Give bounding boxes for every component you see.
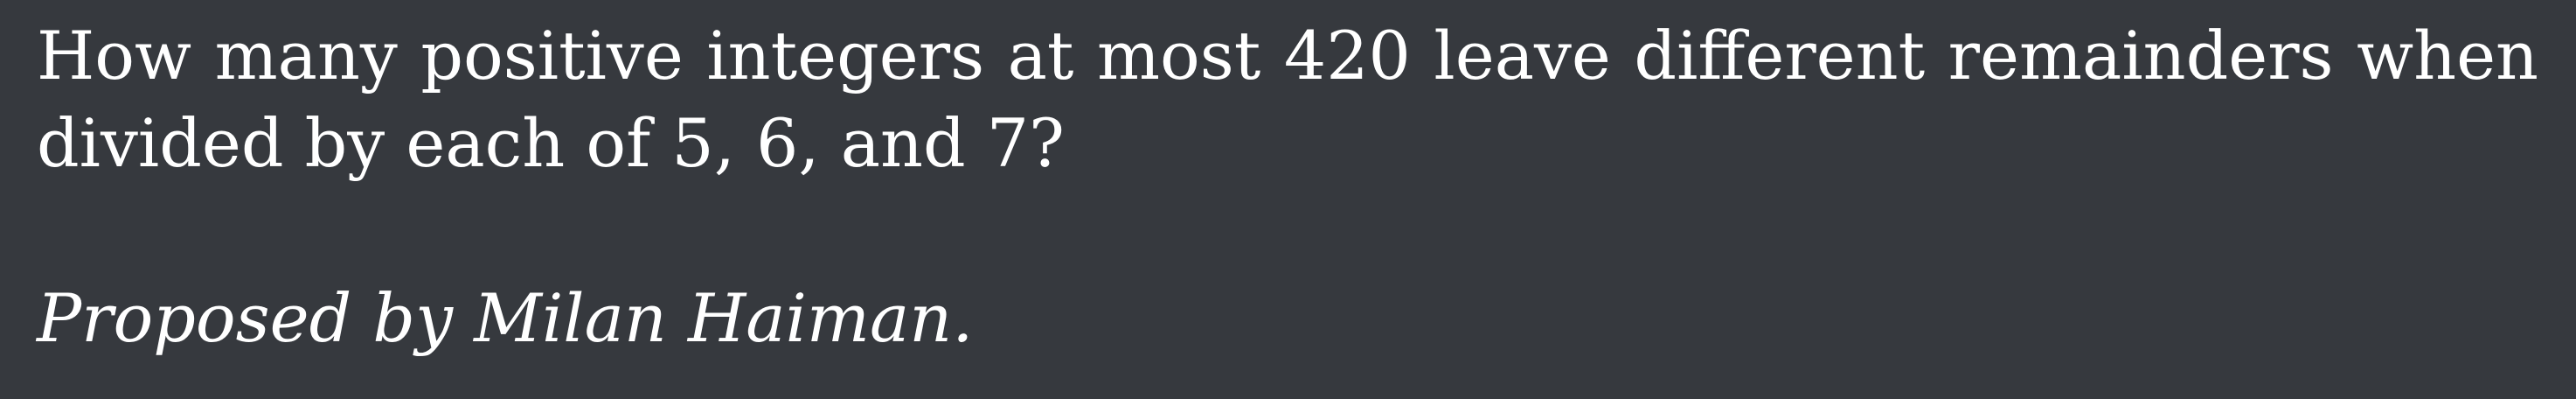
problem-container: How many positive integers at most 420 l…: [37, 12, 2538, 362]
problem-statement: How many positive integers at most 420 l…: [37, 17, 2538, 182]
problem-attribution: Proposed by Milan Haiman.: [37, 279, 974, 357]
